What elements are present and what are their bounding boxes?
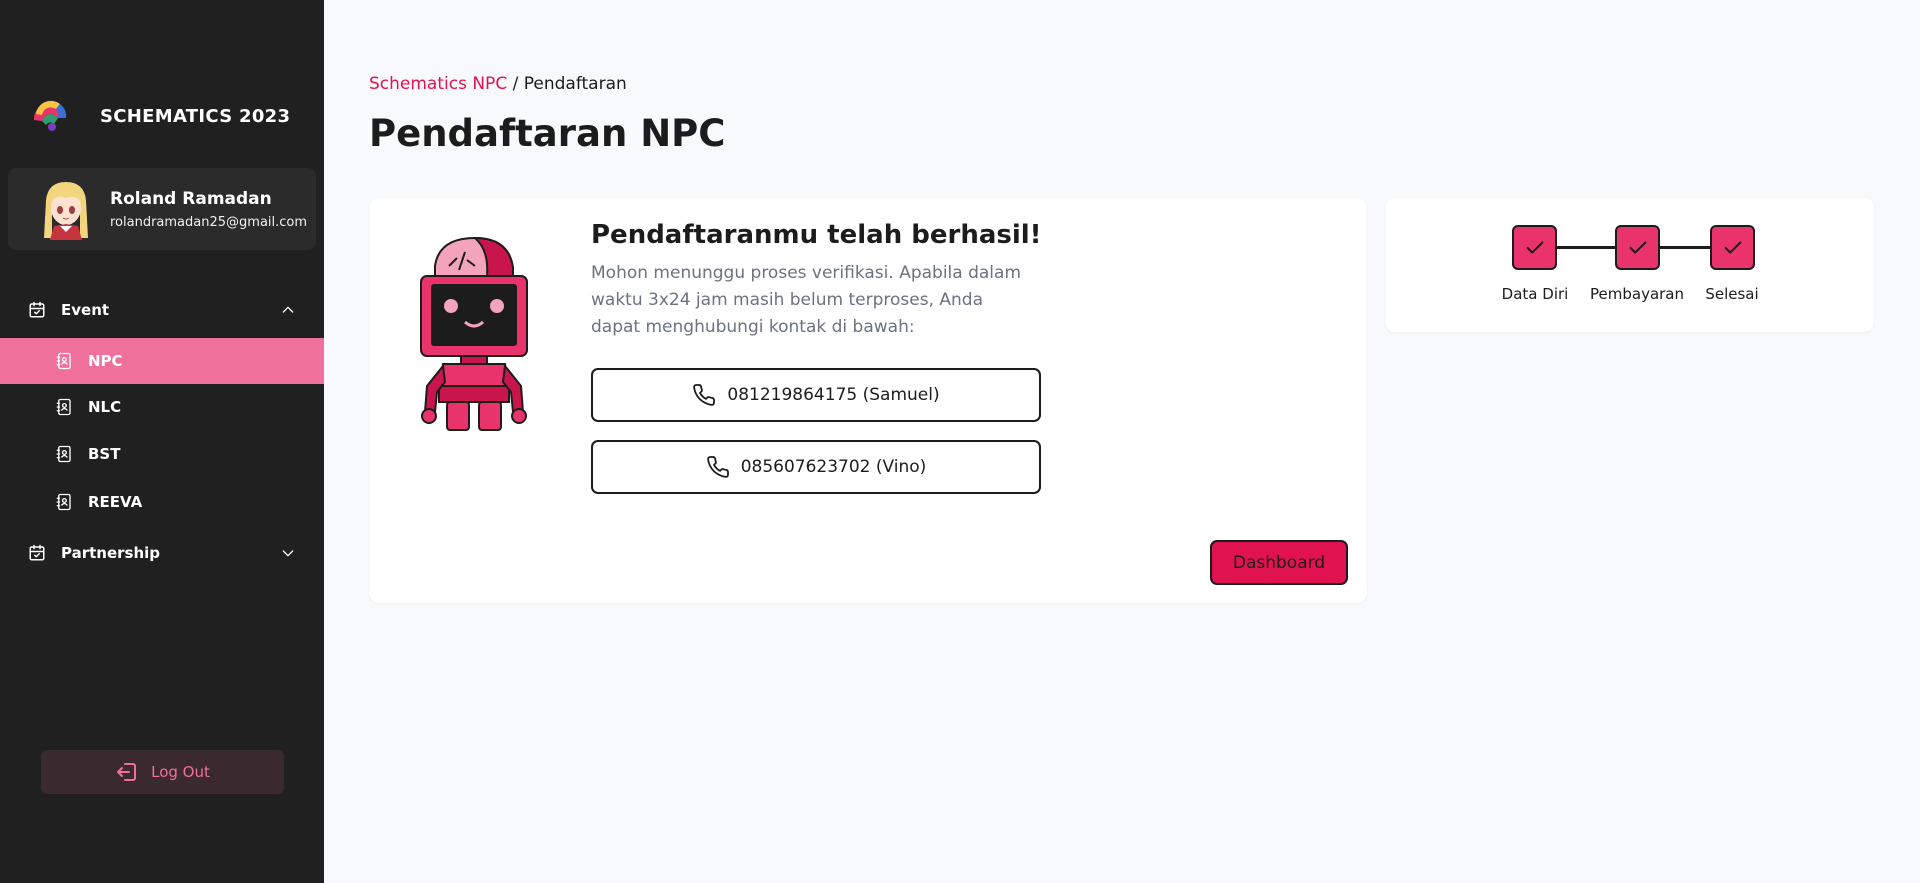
profile-name: Roland Ramadan (110, 188, 272, 209)
dashboard-button[interactable]: Dashboard (1210, 540, 1348, 585)
step-label: Selesai (1705, 285, 1759, 303)
sidebar-item-label: NLC (88, 398, 122, 416)
phone-icon (693, 384, 716, 406)
robot-mascot-icon (420, 236, 528, 431)
sidebar-item-nlc[interactable]: NLC (0, 384, 324, 430)
sidebar: SCHEMATICS 2023 Roland Ramadan rolandram… (0, 0, 324, 883)
registration-steps-card: Data Diri Pembayaran Selesai (1385, 198, 1874, 332)
logout-icon (117, 763, 137, 781)
contact-label: 085607623702 (Vino) (740, 457, 927, 477)
profile-email: rolandramadan25@gmail.com (110, 214, 308, 230)
sidebar-item-bst[interactable]: BST (0, 431, 324, 477)
brand[interactable]: SCHEMATICS 2023 (30, 96, 290, 136)
chevron-up-icon[interactable] (280, 302, 296, 318)
step-selesai-box (1710, 225, 1755, 270)
brand-name: SCHEMATICS 2023 (100, 105, 291, 127)
sidebar-item-npc[interactable]: NPC (0, 338, 324, 384)
success-title: Pendaftaranmu telah berhasil! (591, 220, 1042, 250)
step-label: Data Diri (1501, 285, 1569, 303)
avatar (38, 178, 94, 240)
breadcrumb-current: Pendaftaran (523, 74, 627, 94)
step-pembayaran-box (1615, 225, 1660, 270)
step-data-diri-box (1512, 225, 1557, 270)
breadcrumb-separator: / (507, 74, 524, 94)
contact-button-samuel[interactable]: 081219864175 (Samuel) (591, 368, 1041, 422)
check-icon (1629, 240, 1646, 254)
sidebar-group-label: Partnership (61, 544, 161, 562)
profile-card[interactable]: Roland Ramadan rolandramadan25@gmail.com (8, 168, 316, 250)
contact-list-icon (56, 493, 71, 511)
calendar-check-icon (29, 301, 45, 318)
phone-icon (706, 456, 729, 478)
contact-list-icon (56, 445, 71, 463)
schematics-logo-icon (33, 100, 67, 131)
check-icon (1724, 240, 1741, 254)
contact-list-icon (56, 352, 71, 370)
contact-button-vino[interactable]: 085607623702 (Vino) (591, 440, 1041, 494)
logout-label: Log Out (151, 763, 210, 781)
sidebar-item-label: REEVA (88, 493, 143, 511)
success-description: Mohon menunggu proses verifikasi. Apabil… (591, 263, 1022, 337)
sidebar-item-label: NPC (88, 352, 123, 370)
sidebar-group-event[interactable]: Event (0, 288, 324, 332)
sidebar-group-label: Event (61, 301, 110, 319)
sidebar-group-partnership[interactable]: Partnership (0, 531, 324, 575)
calendar-check-icon (29, 544, 45, 561)
sidebar-item-label: BST (88, 445, 121, 463)
check-icon (1526, 240, 1543, 254)
breadcrumb-link[interactable]: Schematics NPC (369, 74, 507, 94)
logout-button[interactable]: Log Out (41, 750, 284, 794)
contact-list-icon (56, 398, 71, 416)
page-title: Pendaftaran NPC (369, 112, 726, 155)
sidebar-item-reeva[interactable]: REEVA (0, 479, 324, 525)
registration-status-card: Pendaftaranmu telah berhasil! Mohon menu… (369, 198, 1367, 603)
step-label: Pembayaran (1590, 285, 1684, 303)
contact-label: 081219864175 (Samuel) (727, 385, 940, 405)
chevron-down-icon[interactable] (280, 545, 296, 561)
breadcrumb: Schematics NPC / Pendaftaran (369, 74, 627, 94)
